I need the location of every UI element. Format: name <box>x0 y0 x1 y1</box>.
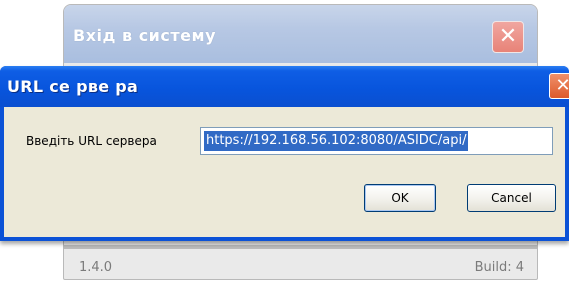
version-label: 1.4.0 <box>79 260 113 275</box>
url-field-label: Введіть URL сервера <box>26 134 157 148</box>
dialog-titlebar: URL се рве ра ✕ <box>0 66 569 107</box>
login-window-titlebar: Вхід в систему ✕ <box>64 5 537 63</box>
server-url-input[interactable]: https://192.168.56.102:8080/ASIDC/api/ <box>200 127 553 155</box>
login-window-title: Вхід в систему <box>73 26 216 45</box>
cancel-button[interactable]: Cancel <box>467 184 556 212</box>
build-label: Build: 4 <box>474 260 524 275</box>
close-icon: ✕ <box>498 24 518 49</box>
dialog-close-button[interactable]: ✕ <box>549 73 569 99</box>
dialog-title: URL се рве ра <box>7 77 139 96</box>
close-icon: ✕ <box>555 75 569 96</box>
ok-button[interactable]: OK <box>364 184 436 212</box>
server-url-value[interactable]: https://192.168.56.102:8080/ASIDC/api/ <box>204 131 469 151</box>
separator <box>64 245 537 249</box>
login-window-close-button[interactable]: ✕ <box>492 21 524 53</box>
